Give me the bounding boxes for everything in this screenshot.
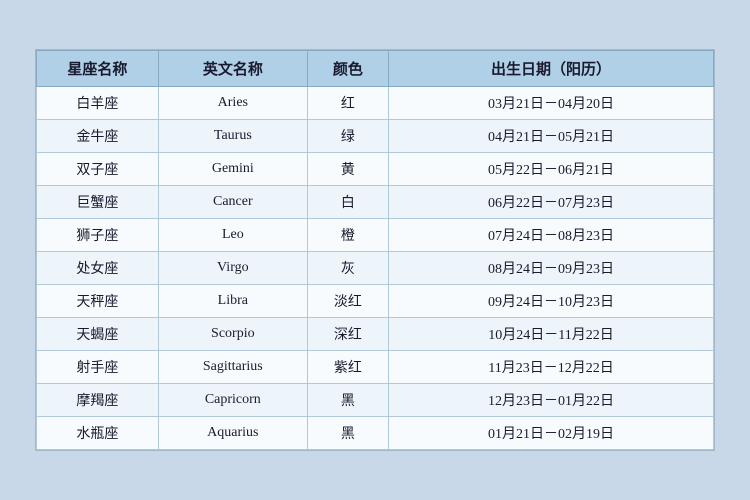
cell-date: 12月23日－01月22日 [389, 384, 714, 417]
cell-en: Sagittarius [158, 351, 307, 384]
cell-zh: 摩羯座 [37, 384, 159, 417]
header-en: 英文名称 [158, 51, 307, 87]
cell-color: 黄 [307, 153, 388, 186]
cell-date: 09月24日－10月23日 [389, 285, 714, 318]
cell-date: 03月21日－04月20日 [389, 87, 714, 120]
header-zh: 星座名称 [37, 51, 159, 87]
table-row: 天蝎座Scorpio深红10月24日－11月22日 [37, 318, 714, 351]
cell-date: 08月24日－09月23日 [389, 252, 714, 285]
table-row: 天秤座Libra淡红09月24日－10月23日 [37, 285, 714, 318]
cell-zh: 水瓶座 [37, 417, 159, 450]
cell-date: 04月21日－05月21日 [389, 120, 714, 153]
table-row: 射手座Sagittarius紫红11月23日－12月22日 [37, 351, 714, 384]
cell-color: 灰 [307, 252, 388, 285]
cell-date: 01月21日－02月19日 [389, 417, 714, 450]
table-row: 双子座Gemini黄05月22日－06月21日 [37, 153, 714, 186]
cell-en: Aries [158, 87, 307, 120]
zodiac-table: 星座名称 英文名称 颜色 出生日期（阳历） 白羊座Aries红03月21日－04… [35, 49, 715, 451]
cell-color: 白 [307, 186, 388, 219]
cell-date: 10月24日－11月22日 [389, 318, 714, 351]
cell-color: 绿 [307, 120, 388, 153]
table-row: 处女座Virgo灰08月24日－09月23日 [37, 252, 714, 285]
cell-color: 紫红 [307, 351, 388, 384]
cell-date: 11月23日－12月22日 [389, 351, 714, 384]
cell-zh: 天蝎座 [37, 318, 159, 351]
cell-color: 黑 [307, 384, 388, 417]
cell-date: 05月22日－06月21日 [389, 153, 714, 186]
cell-en: Capricorn [158, 384, 307, 417]
cell-en: Virgo [158, 252, 307, 285]
table-row: 白羊座Aries红03月21日－04月20日 [37, 87, 714, 120]
cell-en: Libra [158, 285, 307, 318]
cell-zh: 巨蟹座 [37, 186, 159, 219]
cell-zh: 白羊座 [37, 87, 159, 120]
cell-en: Aquarius [158, 417, 307, 450]
cell-en: Gemini [158, 153, 307, 186]
header-color: 颜色 [307, 51, 388, 87]
cell-date: 06月22日－07月23日 [389, 186, 714, 219]
table-row: 水瓶座Aquarius黑01月21日－02月19日 [37, 417, 714, 450]
cell-zh: 双子座 [37, 153, 159, 186]
header-date: 出生日期（阳历） [389, 51, 714, 87]
table-row: 狮子座Leo橙07月24日－08月23日 [37, 219, 714, 252]
cell-color: 橙 [307, 219, 388, 252]
cell-zh: 处女座 [37, 252, 159, 285]
table-row: 金牛座Taurus绿04月21日－05月21日 [37, 120, 714, 153]
cell-color: 淡红 [307, 285, 388, 318]
table-row: 巨蟹座Cancer白06月22日－07月23日 [37, 186, 714, 219]
cell-zh: 射手座 [37, 351, 159, 384]
cell-en: Leo [158, 219, 307, 252]
cell-zh: 狮子座 [37, 219, 159, 252]
cell-zh: 金牛座 [37, 120, 159, 153]
cell-color: 深红 [307, 318, 388, 351]
cell-en: Cancer [158, 186, 307, 219]
table-header-row: 星座名称 英文名称 颜色 出生日期（阳历） [37, 51, 714, 87]
cell-color: 红 [307, 87, 388, 120]
cell-en: Taurus [158, 120, 307, 153]
cell-zh: 天秤座 [37, 285, 159, 318]
cell-en: Scorpio [158, 318, 307, 351]
cell-color: 黑 [307, 417, 388, 450]
table-row: 摩羯座Capricorn黑12月23日－01月22日 [37, 384, 714, 417]
cell-date: 07月24日－08月23日 [389, 219, 714, 252]
